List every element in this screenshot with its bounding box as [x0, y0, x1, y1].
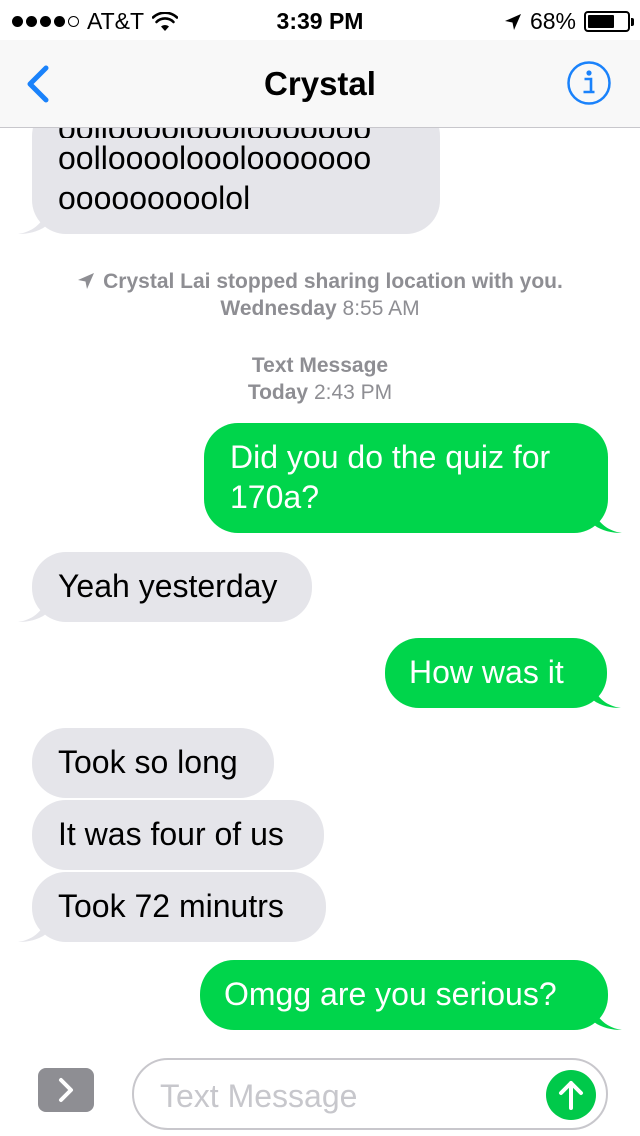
battery-percentage: 68% — [529, 8, 576, 34]
bubble-tail — [593, 686, 621, 708]
message-bubble-outgoing[interactable]: How was it — [385, 638, 621, 708]
location-notice-timestamp: Wednesday 8:55 AM — [220, 297, 420, 320]
status-bar: AT&T 3:39 PM 68% — [0, 0, 640, 40]
bubble-tail — [594, 1008, 622, 1030]
contact-name[interactable]: Crystal — [0, 65, 640, 103]
message-bubble-incoming[interactable]: Yeah yesterday — [18, 552, 312, 622]
message-text: Omgg are you serious? — [224, 976, 557, 1012]
conversation[interactable]: oolloooolooolooooooo oollooooloooloooooo… — [0, 128, 640, 1030]
message-bubble-outgoing[interactable]: Omgg are you serious? — [200, 960, 622, 1030]
arrow-up-icon — [559, 1081, 583, 1110]
carrier-name: AT&T — [87, 8, 145, 34]
location-arrow-icon — [504, 13, 521, 30]
message-text: oolloooolooolooooooo — [58, 140, 372, 176]
message-bubble-outgoing[interactable]: Did you do the quiz for 170a? — [204, 423, 622, 533]
message-text: Took so long — [58, 744, 238, 780]
location-notice-text: Crystal Lai stopped sharing location wit… — [0, 268, 640, 295]
message-text: Yeah yesterday — [58, 568, 278, 604]
location-arrow-icon — [78, 273, 95, 289]
message-bubble-incoming[interactable]: oolloooolooolooooooo oollooooloooloooooo… — [18, 128, 440, 234]
message-bubble-incoming[interactable]: Took so long — [32, 728, 274, 798]
info-icon — [567, 61, 611, 105]
input-bar: Text Message — [0, 1030, 640, 1136]
bubble-tail — [18, 212, 46, 234]
message-text: 170a? — [230, 479, 319, 515]
service-notice: Text Message Today 2:43 PM — [0, 352, 640, 406]
signal-strength-icon — [12, 16, 79, 27]
message-bubble-incoming[interactable]: Took 72 minutrs — [18, 872, 326, 942]
service-label: Text Message — [251, 354, 389, 377]
status-right: 68% — [504, 8, 634, 35]
scrolled-text-fragment: oolloooolooolooooooo — [58, 128, 414, 138]
bubble-tail — [594, 511, 622, 533]
message-input[interactable]: Text Message — [132, 1058, 608, 1130]
message-text: How was it — [409, 654, 564, 690]
wifi-icon — [152, 11, 179, 31]
message-text: ooooooooolol — [58, 180, 251, 216]
battery-icon — [584, 11, 634, 32]
bubble-tail — [18, 920, 46, 942]
send-button[interactable] — [546, 1070, 596, 1120]
nav-bar: Crystal — [0, 40, 640, 128]
message-input-placeholder: Text Message — [160, 1078, 358, 1114]
info-button[interactable] — [566, 60, 612, 106]
chevron-right-icon — [59, 1078, 73, 1102]
message-text: It was four of us — [58, 816, 284, 852]
message-bubble-incoming[interactable]: It was four of us — [32, 800, 324, 870]
message-text: Did you do the quiz for — [230, 439, 551, 475]
status-left: AT&T — [12, 8, 179, 35]
location-notice: Crystal Lai stopped sharing location wit… — [0, 268, 640, 322]
service-timestamp: Today 2:43 PM — [247, 381, 393, 404]
bubble-tail — [18, 600, 46, 622]
message-text: Took 72 minutrs — [58, 888, 284, 924]
expand-apps-button[interactable] — [38, 1068, 94, 1112]
